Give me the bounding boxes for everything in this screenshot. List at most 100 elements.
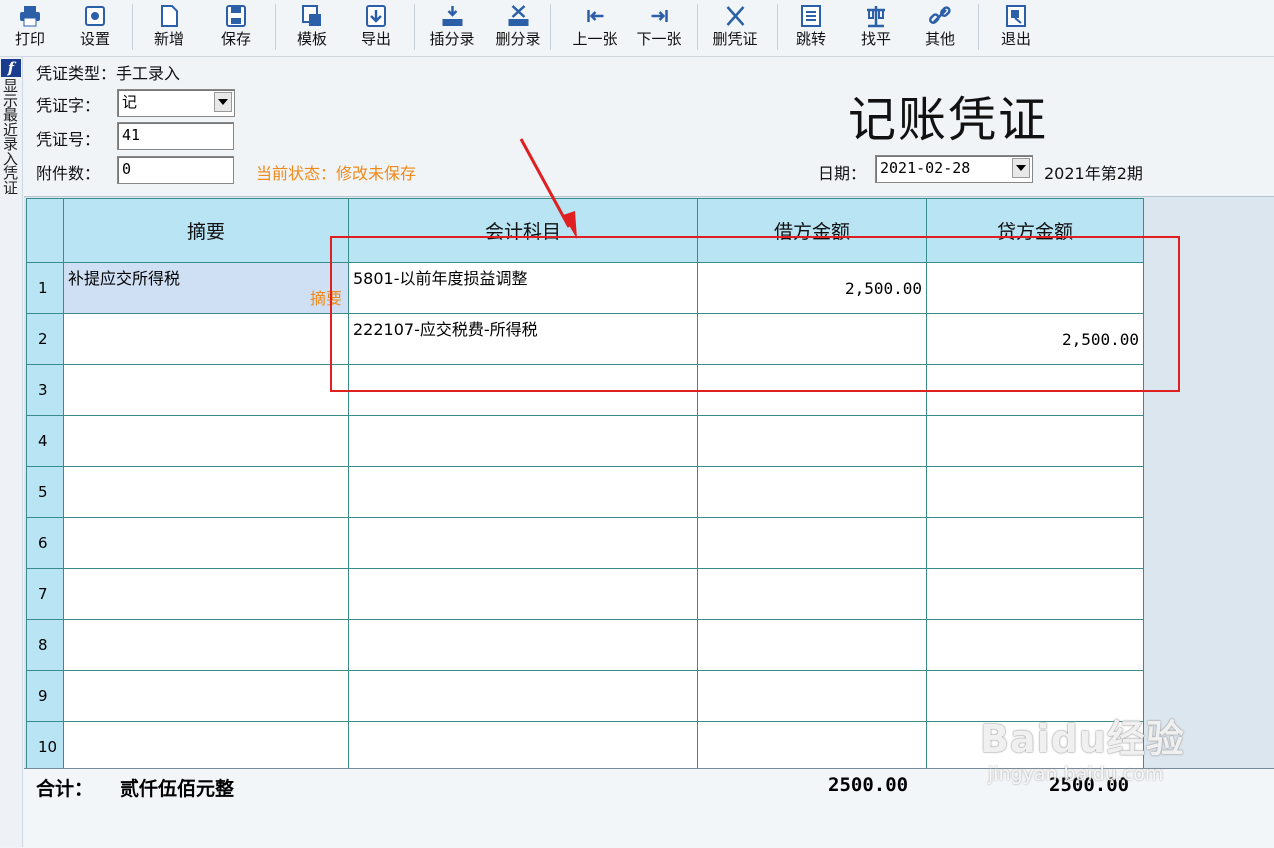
voucher-no-field[interactable]: 41 [117,122,234,150]
template-button[interactable]: 模板 [297,0,327,56]
exit-label: 退出 [1000,30,1032,48]
table-row: 7 [26,568,1144,620]
account-cell[interactable] [348,670,698,722]
jump-button[interactable]: 跳转 [796,0,826,56]
credit-cell[interactable] [926,415,1144,467]
account-cell[interactable]: 222107-应交税费-所得税 [348,313,698,365]
print-button[interactable]: 打印 [15,0,45,56]
summary-cell[interactable] [63,364,349,416]
summary-cell[interactable] [63,721,349,773]
next-label: 下一张 [636,30,682,48]
other-label: 其他 [924,30,956,48]
attachments-field[interactable]: 0 [117,156,234,184]
recent-vouchers-label[interactable]: 显示最近录入凭证 [3,79,19,196]
credit-cell[interactable]: 2,500.00 [926,313,1144,365]
debit-cell[interactable] [697,313,927,365]
totals-bar: 合计： 贰仟伍佰元整 2500.00 2500.00 [24,768,1274,848]
prev-button[interactable]: 上一张 [572,0,618,56]
credit-total: 2500.00 [1049,774,1130,796]
debit-cell[interactable]: 2,500.00 [697,262,927,314]
credit-cell[interactable] [926,568,1144,620]
voucher-table: 摘要 会计科目 借方金额 贷方金额 1 补提应交所得税 摘要 5801-以前年度损益调… [26,198,1144,773]
settings-button[interactable]: 设置 [80,0,110,56]
print-label: 打印 [14,30,46,48]
credit-cell[interactable] [926,466,1144,518]
table-row: 6 [26,517,1144,569]
delete-entry-button[interactable]: 删分录 [495,0,541,56]
total-in-words: 贰仟伍佰元整 [120,778,235,800]
summary-cell[interactable] [63,619,349,671]
export-button[interactable]: 导出 [361,0,391,56]
row-number: 7 [26,568,64,620]
column-header-summary[interactable]: 摘要 [63,198,349,263]
debit-cell[interactable] [697,415,927,467]
credit-cell[interactable] [926,262,1144,314]
save-status: 当前状态：修改未保存 [256,164,417,183]
balance-label: 找平 [860,30,892,48]
new-doc-icon [156,3,182,29]
new-label: 新增 [153,30,185,48]
account-cell[interactable] [348,568,698,620]
debit-amount: 2,500.00 [844,279,922,298]
account-cell[interactable] [348,415,698,467]
table-row: 5 [26,466,1144,518]
account-cell[interactable] [348,721,698,773]
delete-voucher-button[interactable]: 删凭证 [712,0,758,56]
table-row: 3 [26,364,1144,416]
summary-cell[interactable] [63,313,349,365]
credit-amount: 2,500.00 [1061,330,1139,349]
debit-cell[interactable] [697,670,927,722]
column-header-debit[interactable]: 借方金额 [697,198,927,263]
debit-cell[interactable] [697,517,927,569]
debit-cell[interactable] [697,466,927,518]
account-text: 222107-应交税费-所得税 [353,320,538,339]
summary-cell[interactable] [63,415,349,467]
other-button[interactable]: 其他 [925,0,955,56]
account-cell[interactable] [348,517,698,569]
account-cell[interactable] [348,466,698,518]
column-header-credit[interactable]: 贷方金额 [926,198,1144,263]
summary-cell[interactable] [63,517,349,569]
insert-entry-button[interactable]: 插分录 [429,0,475,56]
total-label: 合计： [36,778,94,800]
debit-cell[interactable] [697,364,927,416]
table-row: 8 [26,619,1144,671]
chevron-down-icon[interactable] [1012,158,1030,178]
credit-cell[interactable] [926,619,1144,671]
date-label: 日期： [818,164,867,183]
app-logo-icon: f [1,59,21,77]
new-button[interactable]: 新增 [154,0,184,56]
save-button[interactable]: 保存 [221,0,251,56]
recent-vouchers-strip[interactable]: f 显示最近录入凭证 [0,57,23,847]
prev-icon [582,3,608,29]
credit-cell[interactable] [926,517,1144,569]
voucher-word-value: 记 [122,93,138,111]
debit-cell[interactable] [697,619,927,671]
account-cell[interactable] [348,364,698,416]
next-button[interactable]: 下一张 [636,0,682,56]
credit-cell[interactable] [926,364,1144,416]
period-label: 2021年第2期 [1044,164,1143,183]
exit-button[interactable]: 退出 [1001,0,1031,56]
credit-cell[interactable] [926,670,1144,722]
insert-row-icon [439,3,465,29]
chevron-down-icon[interactable] [214,92,232,112]
account-cell[interactable] [348,619,698,671]
summary-cell[interactable] [63,466,349,518]
debit-cell[interactable] [697,721,927,773]
toolbar-separator [978,4,979,50]
attachments-label: 附件数： [36,164,101,183]
summary-cell[interactable] [63,670,349,722]
summary-cell[interactable]: 补提应交所得税 摘要 [63,262,349,314]
summary-hint: 摘要 [309,289,342,308]
credit-cell[interactable] [926,721,1144,773]
balance-button[interactable]: 找平 [861,0,891,56]
column-header-account[interactable]: 会计科目 [348,198,698,263]
summary-cell[interactable] [63,568,349,620]
debit-cell[interactable] [697,568,927,620]
date-picker[interactable]: 2021-02-28 [875,155,1033,183]
link-icon [927,3,953,29]
account-cell[interactable]: 5801-以前年度损益调整 [348,262,698,314]
voucher-word-select[interactable]: 记 [117,89,235,117]
voucher-word-label: 凭证字： [36,96,101,115]
